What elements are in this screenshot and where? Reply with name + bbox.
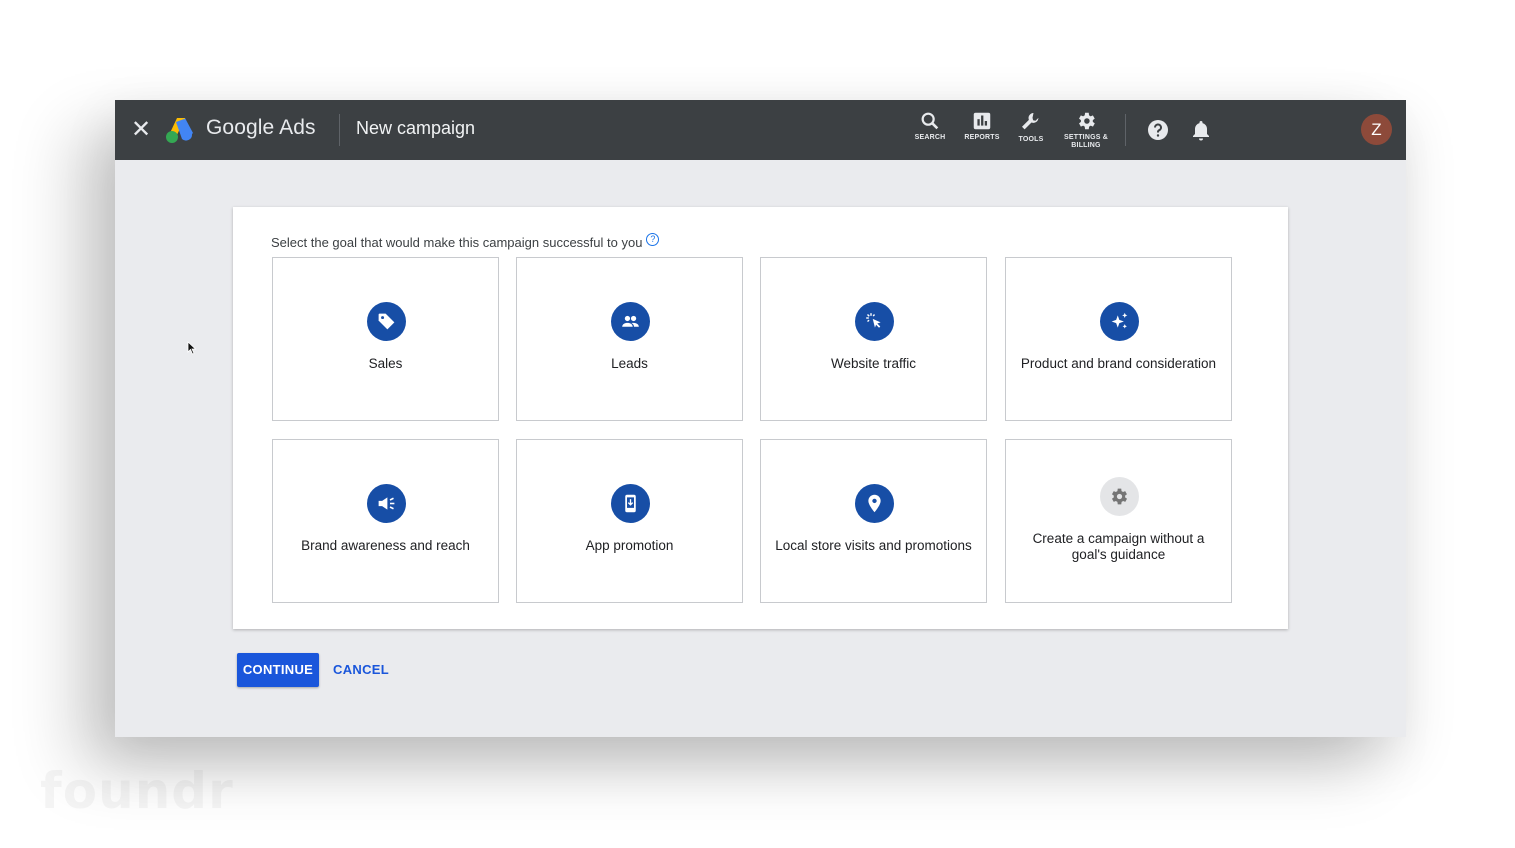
cancel-button[interactable]: CANCEL bbox=[329, 653, 393, 687]
sparkle-icon bbox=[1111, 312, 1128, 329]
gear-icon bbox=[1111, 488, 1128, 505]
bell-icon[interactable] bbox=[1189, 118, 1213, 142]
goal-prompt-text: Select the goal that would make this cam… bbox=[271, 235, 643, 250]
goal-card-no-goal-guidance[interactable]: Create a campaign without a goal's guida… bbox=[1005, 439, 1232, 603]
goal-label: Product and brand consideration bbox=[1020, 356, 1217, 371]
goal-card-local-store-visits[interactable]: Local store visits and promotions bbox=[760, 439, 987, 603]
brand-name: Google Ads bbox=[206, 116, 316, 139]
goal-card-brand-awareness-reach[interactable]: Brand awareness and reach bbox=[272, 439, 499, 603]
divider bbox=[1125, 114, 1126, 146]
goal-label: Leads bbox=[611, 356, 648, 371]
page-title: New campaign bbox=[356, 118, 476, 138]
goal-card-sales[interactable]: Sales bbox=[272, 257, 499, 421]
avatar[interactable]: Z bbox=[1361, 114, 1392, 145]
settings-label-line1: SETTINGS & bbox=[1063, 134, 1108, 141]
goal-icon-badge bbox=[1100, 302, 1139, 341]
people-icon bbox=[622, 315, 639, 327]
divider bbox=[339, 114, 340, 146]
reports-tool-button[interactable]: REPORTS bbox=[954, 110, 1010, 156]
tools-tool-button[interactable]: TOOLS bbox=[1003, 110, 1059, 156]
search-icon bbox=[921, 112, 939, 130]
goal-icon-badge bbox=[611, 484, 650, 523]
goal-card-app-promotion[interactable]: App promotion bbox=[516, 439, 743, 603]
tools-tool-label: TOOLS bbox=[1018, 136, 1044, 143]
help-icon[interactable] bbox=[1146, 118, 1170, 142]
settings-label-line2: BILLING bbox=[1071, 142, 1101, 149]
search-tool-button[interactable]: SEARCH bbox=[902, 110, 958, 156]
goal-label: Sales bbox=[368, 356, 403, 371]
reports-icon bbox=[973, 112, 991, 130]
goal-icon-badge bbox=[855, 484, 894, 523]
goal-label: Website traffic bbox=[830, 356, 917, 371]
gear-icon bbox=[1079, 112, 1095, 130]
top-app-bar: ✕ Google Ads New campaign SEARCH REPORTS… bbox=[115, 100, 1406, 160]
goal-label: Brand awareness and reach bbox=[301, 538, 470, 553]
goal-prompt: Select the goal that would make this cam… bbox=[271, 233, 660, 250]
google-ads-logo bbox=[166, 118, 193, 143]
goal-label: Create a campaign without a goal's guida… bbox=[1032, 531, 1205, 562]
location-pin-icon bbox=[868, 494, 881, 513]
click-icon bbox=[866, 313, 881, 328]
goal-icon-badge bbox=[855, 302, 894, 341]
settings-billing-button[interactable]: SETTINGS & BILLING bbox=[1058, 110, 1114, 156]
google-ads-window: ✕ Google Ads New campaign SEARCH REPORTS… bbox=[115, 100, 1406, 737]
mouse-cursor-icon bbox=[187, 341, 197, 355]
goal-icon-badge bbox=[1100, 477, 1139, 516]
help-circle-icon[interactable]: ? bbox=[646, 233, 660, 246]
goal-card-website-traffic[interactable]: Website traffic bbox=[760, 257, 987, 421]
goal-label: Local store visits and promotions bbox=[775, 538, 972, 553]
goal-icon-badge bbox=[611, 302, 650, 341]
phone-download-icon bbox=[625, 494, 636, 513]
search-tool-label: SEARCH bbox=[914, 134, 946, 141]
tag-icon bbox=[378, 313, 395, 330]
continue-button[interactable]: CONTINUE bbox=[237, 653, 319, 687]
goal-icon-badge bbox=[367, 484, 406, 523]
settings-billing-label: SETTINGS & BILLING bbox=[1058, 134, 1114, 150]
watermark: foundr bbox=[40, 762, 234, 820]
wrench-icon bbox=[1022, 113, 1039, 130]
goal-label: App promotion bbox=[585, 538, 674, 553]
goal-icon-badge bbox=[367, 302, 406, 341]
close-icon[interactable]: ✕ bbox=[129, 118, 153, 142]
goal-card-product-brand-consideration[interactable]: Product and brand consideration bbox=[1005, 257, 1232, 421]
goal-card-leads[interactable]: Leads bbox=[516, 257, 743, 421]
reports-tool-label: REPORTS bbox=[964, 134, 1000, 141]
megaphone-icon bbox=[378, 497, 395, 510]
goal-selection-card: Select the goal that would make this cam… bbox=[233, 207, 1288, 629]
